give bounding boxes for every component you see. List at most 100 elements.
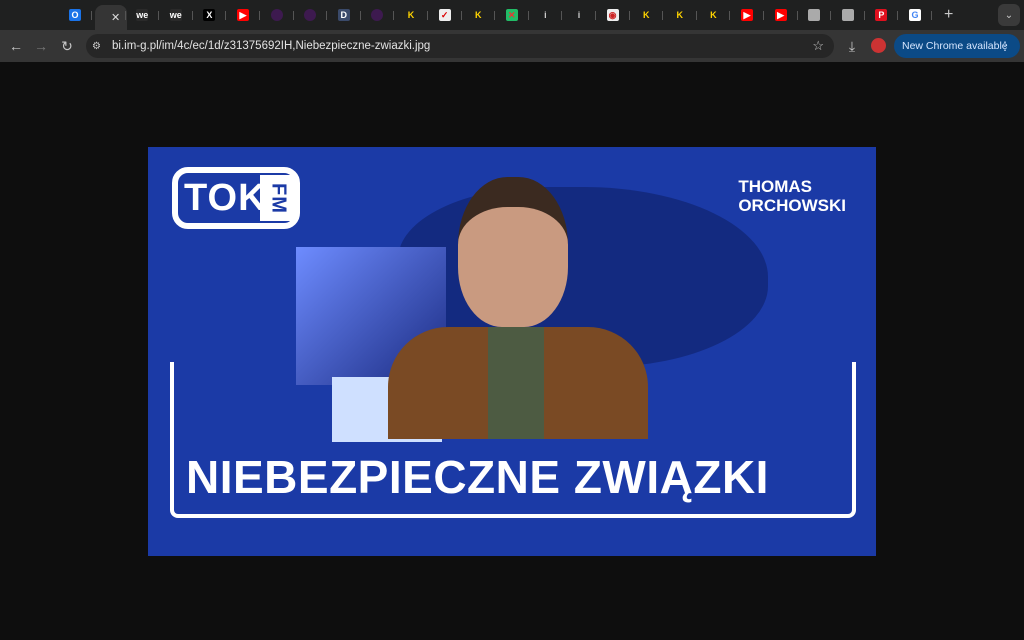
tab-divider: [796, 11, 798, 20]
tab-divider: [561, 11, 563, 20]
tab-divider: [393, 11, 395, 20]
tab[interactable]: ◉: [598, 6, 628, 24]
back-button[interactable]: ←: [8, 38, 24, 54]
tab[interactable]: we: [127, 6, 157, 24]
tab-divider: [628, 11, 630, 20]
tab-divider: [326, 11, 328, 20]
badge-icon: ◉: [606, 9, 619, 21]
tab-divider: [830, 11, 832, 20]
figure-icon: i: [539, 9, 552, 21]
close-icon[interactable]: ✕: [111, 11, 120, 24]
new-chrome-available-button[interactable]: New Chrome available ⋮: [894, 34, 1020, 58]
outlook-icon: O: [69, 9, 81, 21]
gray-square-icon: [808, 9, 821, 21]
tab-divider: [863, 11, 865, 20]
google-icon: G: [909, 9, 921, 21]
tab[interactable]: K: [698, 6, 728, 24]
tab-divider: [91, 11, 92, 20]
tab-divider: [763, 11, 764, 20]
tab-divider: [931, 11, 932, 20]
tab-divider: [427, 11, 428, 20]
tab[interactable]: K: [463, 6, 493, 24]
host-first-name: THOMAS: [738, 177, 812, 196]
k-icon: K: [405, 9, 417, 21]
tab[interactable]: ▶: [766, 6, 796, 24]
red-white-icon: ✓: [438, 9, 451, 21]
tab-strip: + ⌄ O ✕ we we X ▶ D K ✓ K ✕ i i ◉ K K K ▶ ▶ P G: [0, 0, 1024, 30]
tab-divider: [191, 11, 193, 20]
tab[interactable]: i: [564, 6, 594, 24]
chevron-down-icon: ⌄: [1004, 9, 1014, 21]
browser-toolbar: ← → ↻ ⚙ bi.im-g.pl/im/4c/ec/1d/z31375692…: [0, 30, 1024, 62]
tab[interactable]: we: [161, 6, 191, 24]
tab[interactable]: K: [396, 6, 426, 24]
k-icon: K: [472, 9, 485, 21]
k-icon: K: [673, 9, 686, 21]
youtube-icon: ▶: [237, 9, 249, 21]
new-chrome-label: New Chrome available: [902, 40, 1008, 52]
host-name: THOMAS ORCHOWSKI: [738, 177, 846, 215]
show-title: NIEBEZPIECZNE ZWIĄZKI: [186, 451, 769, 503]
tab[interactable]: i: [530, 6, 560, 24]
tab[interactable]: [833, 6, 863, 24]
forward-button[interactable]: →: [33, 38, 49, 54]
tab-divider: [494, 11, 496, 20]
tab-divider: [124, 11, 126, 20]
tab-divider: [695, 11, 697, 20]
tokfm-logo: TOK FM: [172, 167, 300, 229]
tab[interactable]: [362, 6, 392, 24]
tab[interactable]: [799, 6, 829, 24]
multicolor-icon: ✕: [505, 9, 518, 21]
tab-divider: [158, 11, 160, 20]
tab-divider: [662, 11, 664, 20]
tab-search-button[interactable]: ⌄: [998, 4, 1020, 26]
tab[interactable]: K: [631, 6, 661, 24]
tab[interactable]: X: [194, 6, 224, 24]
tab[interactable]: ✕: [94, 5, 127, 30]
tab-divider: [259, 11, 260, 20]
youtube-icon: ▶: [774, 9, 787, 21]
site-settings-icon[interactable]: ⚙: [92, 41, 101, 52]
purple-circle-icon: [371, 9, 384, 21]
tab[interactable]: K: [665, 6, 695, 24]
tab[interactable]: O: [60, 6, 90, 24]
tab-divider: [460, 11, 462, 20]
profile-avatar[interactable]: [871, 38, 886, 53]
displayed-image: TOK FM THOMAS ORCHOWSKI NIEBEZPIECZNE ZW…: [148, 147, 876, 556]
logo-tok: TOK: [184, 176, 267, 219]
k-icon: K: [707, 9, 720, 21]
tab[interactable]: ✓: [430, 6, 460, 24]
d-icon: D: [337, 9, 350, 21]
tab[interactable]: ▶: [228, 6, 258, 24]
tab-divider: [595, 11, 596, 20]
gray-square-icon: [841, 9, 854, 21]
tab[interactable]: D: [329, 6, 359, 24]
more-menu-icon[interactable]: ⋮: [999, 39, 1011, 53]
figure-icon: i: [573, 9, 585, 21]
tab[interactable]: G: [900, 6, 930, 24]
tab[interactable]: ✕: [497, 6, 527, 24]
address-bar[interactable]: ⚙ bi.im-g.pl/im/4c/ec/1d/z31375692IH,Nie…: [86, 34, 834, 58]
tab[interactable]: [295, 6, 325, 24]
purple-circle-icon: [270, 9, 283, 21]
tab-divider: [729, 11, 731, 20]
tab-divider: [225, 11, 227, 20]
p-icon: P: [875, 9, 888, 21]
tab[interactable]: [262, 6, 292, 24]
tab[interactable]: ▶: [732, 6, 762, 24]
youtube-icon: ▶: [741, 9, 753, 21]
host-last-name: ORCHOWSKI: [738, 196, 846, 215]
downloads-icon[interactable]: ⤓: [844, 38, 860, 55]
tab-divider: [359, 11, 361, 20]
purple-circle-icon: [304, 9, 317, 21]
k-icon: K: [640, 9, 653, 21]
tab-divider: [292, 11, 294, 20]
url-text[interactable]: bi.im-g.pl/im/4c/ec/1d/z31375692IH,Niebe…: [112, 40, 430, 52]
bookmark-star-icon[interactable]: ☆: [812, 38, 824, 54]
tab[interactable]: P: [866, 6, 896, 24]
we-icon: we: [136, 9, 149, 21]
new-tab-button[interactable]: +: [944, 6, 953, 24]
tab-divider: [897, 11, 899, 20]
reload-button[interactable]: ↻: [59, 38, 75, 55]
x-icon: X: [203, 9, 216, 21]
